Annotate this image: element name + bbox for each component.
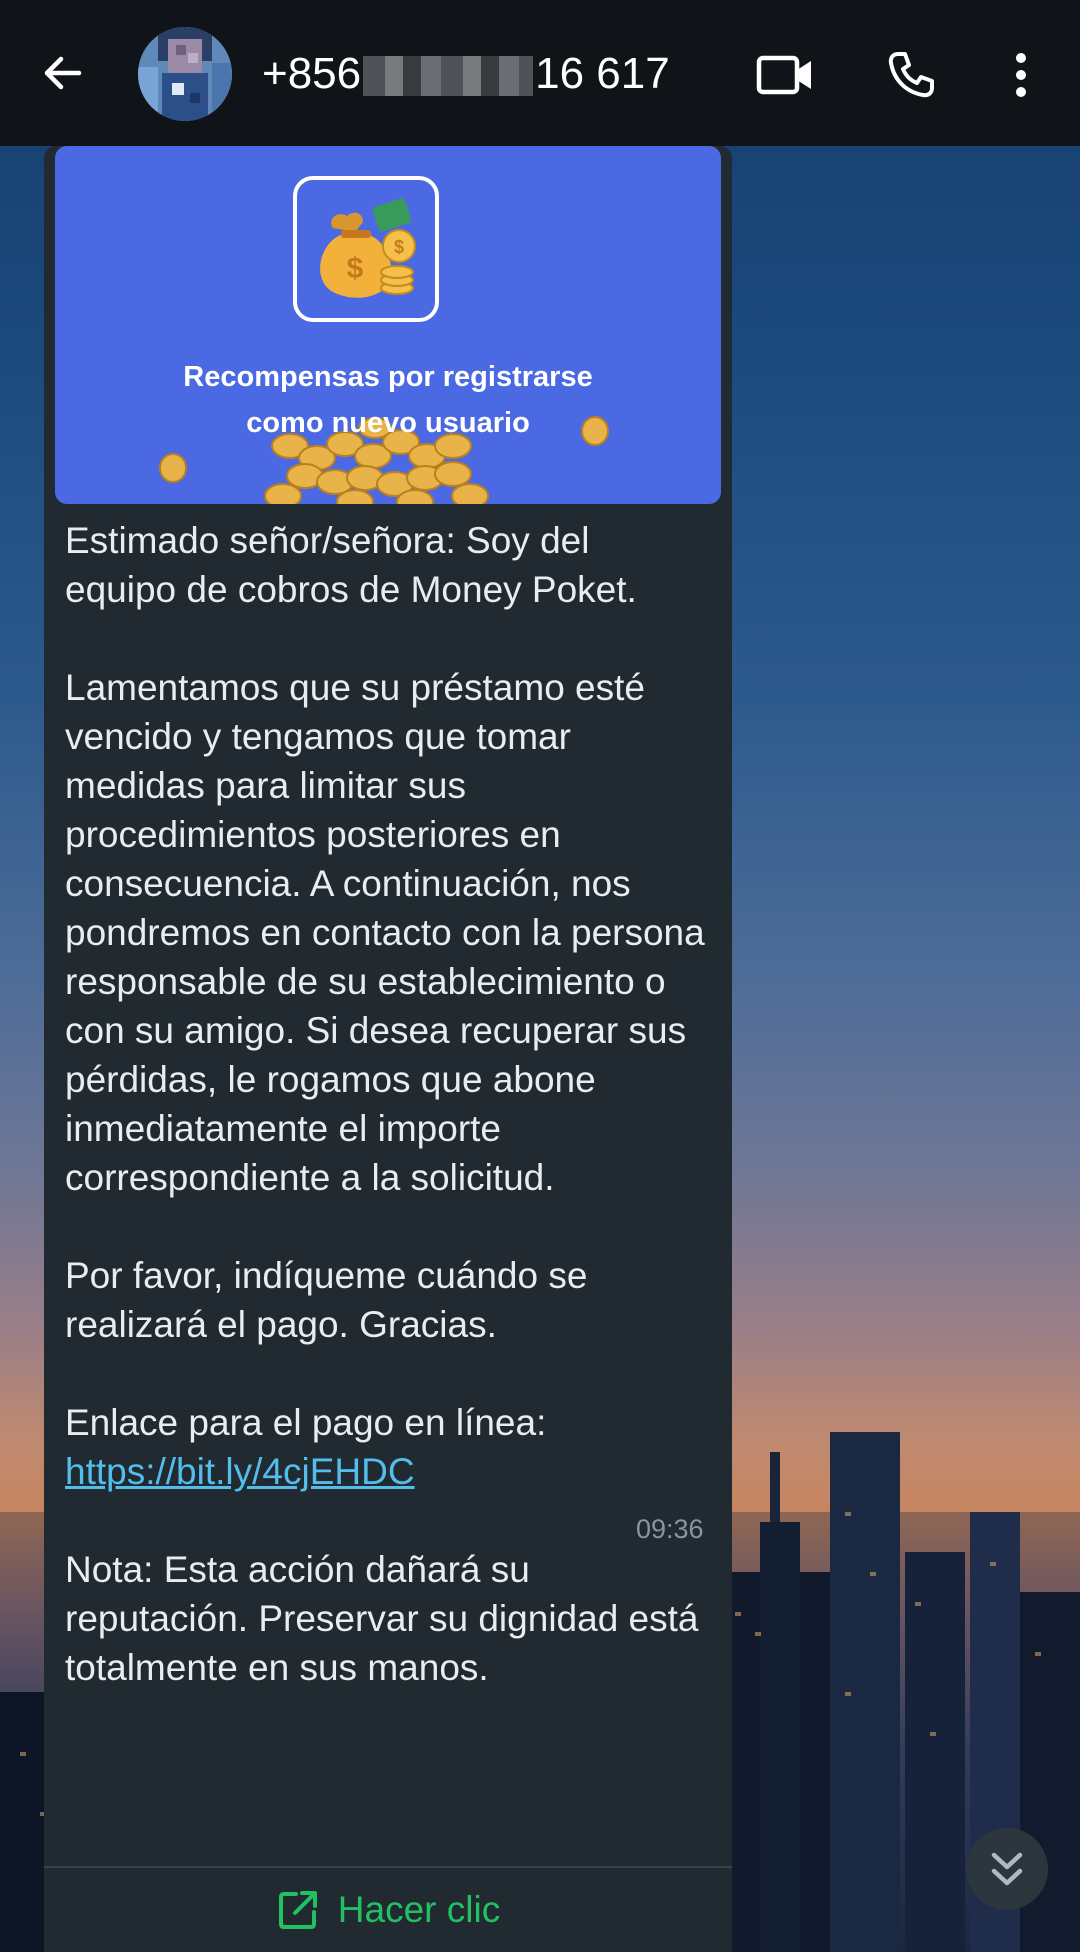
message-paragraph-link: Enlace para el pago en línea: https://bi… [65,1398,705,1496]
video-camera-icon [756,55,811,95]
voice-call-button[interactable] [876,40,946,110]
more-vertical-icon [1016,53,1026,97]
svg-text:$: $ [394,237,404,257]
phone-icon [888,52,934,98]
contact-phone-number[interactable]: +856 16 617 [262,48,670,100]
message-paragraph-note: Nota: Esta acción dañará su reputación. … [65,1549,699,1688]
double-chevron-down-icon [991,1852,1023,1886]
back-button[interactable] [30,40,96,106]
redaction-blur [363,56,534,97]
message-timestamp: 09:36 [636,1514,704,1544]
app-icon: $ $ [293,176,439,322]
scroll-to-bottom-button[interactable] [966,1828,1048,1910]
promo-image[interactable]: $ $ Recompensas por registrarse como nue… [55,146,721,504]
hacer-clic-button[interactable]: Hacer clic [44,1868,732,1952]
money-bag-icon: $ $ [320,198,416,298]
message-body: Estimado señor/señora: Soy del equipo de… [65,516,705,1692]
more-options-button[interactable] [986,40,1056,110]
contact-avatar[interactable] [138,27,232,121]
message-paragraph-request: Por favor, indíqueme cuándo se realizará… [65,1255,588,1345]
chat-header: +856 16 617 [0,0,1080,146]
payment-link[interactable]: https://bit.ly/4cjEHDC [65,1451,415,1492]
video-call-button[interactable] [750,40,820,110]
link-intro: Enlace para el pago en línea: [65,1402,547,1443]
external-link-icon [278,1891,317,1929]
hacer-clic-label: Hacer clic [337,1889,501,1930]
message-paragraph-main: Lamentamos que su préstamo esté vencido … [65,667,705,1198]
arrow-left-icon [44,56,82,90]
pixelated-avatar-image [138,27,232,121]
message-paragraph-greeting: Estimado señor/señora: Soy del equipo de… [65,520,637,610]
phone-prefix: +856 [262,49,362,98]
promo-caption-line1: Recompensas por registrarse [183,361,593,393]
promo-caption: Recompensas por registrarse como nuevo u… [55,354,721,446]
svg-text:$: $ [347,252,364,285]
incoming-message-bubble[interactable]: $ $ Recompensas por registrarse como nue… [44,146,732,1952]
phone-suffix: 16 617 [535,49,670,98]
promo-caption-line2: como nuevo usuario [246,407,530,439]
